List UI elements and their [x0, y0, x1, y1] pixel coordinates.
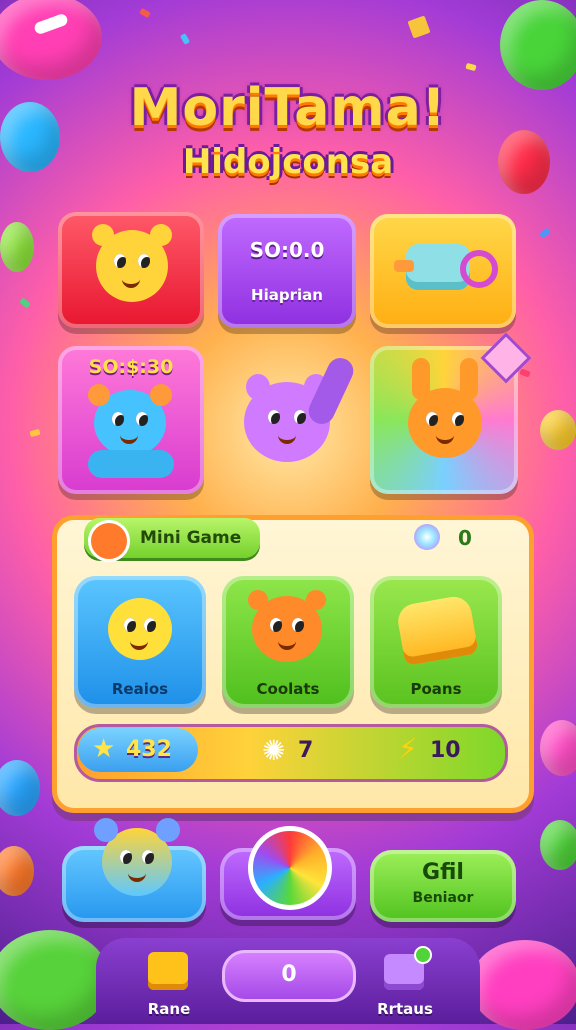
play-button[interactable]	[220, 826, 356, 920]
home-icon	[148, 952, 188, 990]
mini-game-card-coolats[interactable]: Coolats	[222, 576, 354, 708]
balloon-pink-right	[540, 720, 576, 776]
balloon-green-right	[540, 820, 576, 870]
nav-center-value: 0	[281, 962, 297, 987]
gift-button-label: Gfil	[422, 860, 464, 885]
tile-item[interactable]	[370, 214, 516, 328]
confetti	[139, 7, 151, 19]
nav-prizes-label: Rrtaus	[377, 1000, 433, 1018]
confetti	[19, 297, 31, 309]
yellow-chick-icon	[108, 598, 172, 660]
yellow-bear-icon	[92, 224, 172, 302]
stat-sparkle-value: 7	[298, 738, 314, 763]
character-purple-cat[interactable]	[238, 353, 358, 490]
balloon-pink-bottom-right	[470, 940, 576, 1030]
rainbow-orb-icon	[248, 826, 332, 910]
nav-home[interactable]: Rane	[124, 944, 214, 1020]
character-button[interactable]	[62, 818, 206, 922]
tile-character-dog[interactable]: SO:$:30	[58, 346, 204, 494]
tile-info[interactable]: SO:0.0 Hiaprian	[218, 214, 356, 328]
lightning-icon: ⚡	[398, 732, 418, 765]
blue-dog-icon	[88, 384, 172, 456]
confetti	[519, 368, 531, 378]
card-label-poans: Poans	[410, 680, 462, 698]
game-subtitle: Hidojconsa	[182, 142, 394, 182]
balloon-lime	[0, 222, 34, 272]
confetti	[407, 15, 431, 39]
orange-bear-icon	[248, 590, 326, 662]
card-label-reaios: Reaios	[111, 680, 169, 698]
stat-stars[interactable]: ★ 432	[78, 728, 198, 772]
stat-stars-value: 432	[126, 737, 172, 762]
blue-monster-icon	[94, 818, 180, 896]
pink-wheel-icon	[460, 250, 498, 288]
tile-character-bear[interactable]	[58, 212, 204, 328]
notification-dot-icon	[414, 946, 432, 964]
balloon-green-bottom-left	[0, 930, 110, 1030]
mini-game-header[interactable]: Mini Game	[84, 518, 260, 562]
confetti	[179, 33, 191, 45]
mini-game-header-label: Mini Game	[140, 528, 242, 548]
nav-center-counter[interactable]: 0	[222, 950, 356, 1002]
stat-lightning-value: 10	[430, 738, 461, 763]
balloon-green	[500, 0, 576, 90]
nav-home-label: Rane	[147, 1000, 191, 1018]
blue-dog-body	[88, 450, 174, 478]
mini-game-card-reaios[interactable]: Reaios	[74, 576, 206, 708]
card-label-coolats: Coolats	[256, 680, 320, 698]
gold-bar-icon	[395, 594, 479, 666]
tile-info-label: Hiaprian	[251, 286, 323, 304]
balloon-blue-left	[0, 760, 40, 816]
gem-icon	[414, 524, 440, 550]
confetti	[539, 227, 551, 239]
confetti	[465, 62, 477, 72]
gift-button-sublabel: Beniaor	[412, 890, 474, 906]
mini-game-badge-icon	[88, 520, 130, 562]
game-title: MoriTama!	[129, 78, 447, 138]
nav-prizes[interactable]: Rrtaus	[360, 944, 450, 1020]
mini-game-card-poans[interactable]: Poans	[370, 576, 502, 708]
tile-info-heading: SO:0.0	[249, 238, 325, 262]
confetti	[29, 428, 41, 438]
mini-game-counter: 0	[458, 526, 472, 550]
balloon-orange-left	[0, 846, 34, 896]
gift-button[interactable]: Gfil Beniaor	[370, 850, 516, 922]
balloon-yellow-right	[540, 410, 576, 450]
sparkle-icon: ✺	[262, 734, 286, 767]
tile-dog-heading: SO:$:30	[88, 356, 174, 378]
orange-rabbit-icon	[408, 358, 482, 458]
star-icon: ★	[92, 734, 116, 764]
tile-character-rabbit[interactable]	[370, 332, 532, 494]
balloon-pink	[0, 0, 102, 80]
